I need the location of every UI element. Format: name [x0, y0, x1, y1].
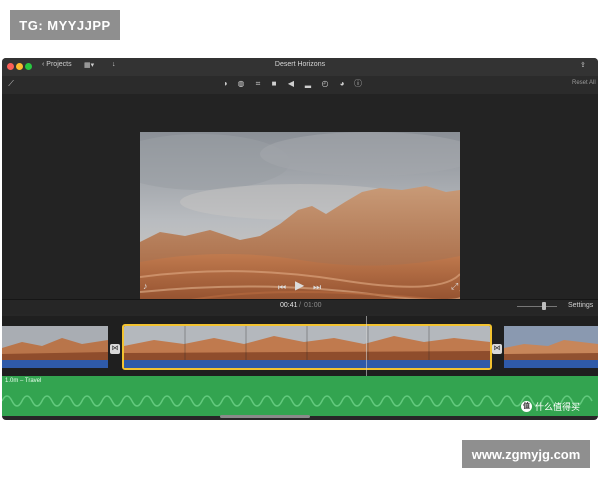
noise-reduction-icon[interactable]: ▂ [303, 79, 313, 89]
timeline-clip-selected[interactable] [122, 324, 492, 370]
crop-icon[interactable]: ⌗ [253, 79, 263, 89]
volume-icon[interactable]: ◀ [286, 79, 296, 89]
current-time: 00:41 [280, 302, 298, 309]
reset-all-button[interactable]: Reset All [572, 80, 596, 86]
play-icon[interactable]: ▶ [295, 279, 304, 291]
stabilization-icon[interactable]: ■ [269, 79, 279, 89]
viewer [2, 94, 598, 310]
zoom-slider-knob[interactable] [542, 302, 546, 310]
time-separator: / [299, 302, 301, 309]
clip-audio-bar [124, 360, 490, 368]
settings-button[interactable]: Settings [568, 302, 593, 309]
skip-back-icon[interactable]: ⏮ [278, 281, 286, 293]
color-correction-icon[interactable]: ◍ [236, 79, 246, 89]
clip-audio-bar [504, 360, 598, 368]
fullscreen-icon[interactable]: ⤢ [451, 280, 458, 292]
transition-icon[interactable]: ⋈ [492, 344, 502, 354]
project-title: Desert Horizons [274, 61, 326, 68]
site-badge-icon: 值 [521, 401, 532, 412]
timeline-clip[interactable] [2, 326, 108, 368]
color-balance-icon[interactable]: ◑ [220, 79, 230, 89]
watermark-url: www.zgmyjg.com [462, 440, 590, 468]
timeline-scrollbar[interactable] [220, 415, 310, 418]
skip-forward-icon[interactable]: ⏭ [313, 281, 321, 293]
timeline-header: 00:41 / 01:00 Settings [2, 299, 598, 314]
clip-filter-icon[interactable]: ◕ [337, 79, 347, 89]
music-label: 1.0m – Travel [5, 378, 42, 384]
clip-thumbnails [2, 326, 108, 360]
zoom-slider[interactable] [517, 306, 557, 307]
clip-thumbnails [504, 326, 598, 360]
audio-waveform [2, 395, 593, 407]
music-track[interactable]: 1.0m – Travel [2, 376, 598, 416]
adjustment-toolbar: ⟋ ◑ ◍ ⌗ ■ ◀ ▂ ◴ ◕ ⓘ Reset All [2, 76, 598, 94]
share-icon[interactable]: ⇪ [580, 61, 586, 69]
playback-controls: ♪ ⏮ ▶ ⏭ ⤢ [2, 278, 598, 298]
site-watermark: 值 什么值得买 [521, 401, 581, 412]
speed-icon[interactable]: ◴ [320, 79, 330, 89]
magic-wand-icon[interactable]: ⟋ [6, 79, 16, 89]
total-time: 01:00 [304, 302, 322, 309]
timeline-clip[interactable] [504, 326, 598, 368]
clip-audio-bar [2, 360, 108, 368]
transition-icon[interactable]: ⋈ [110, 344, 120, 354]
watermark-tag: TG: MYYJJPP [10, 10, 120, 40]
info-icon[interactable]: ⓘ [353, 79, 363, 89]
video-track: ⋈ ⋈ [2, 316, 598, 416]
imovie-window: ‹ Projects ▦▾ ↓ Desert Horizons ⇪ ⟋ ◑ ◍ … [2, 58, 598, 420]
clip-thumbnails [124, 326, 490, 360]
title-bar: ‹ Projects ▦▾ ↓ Desert Horizons ⇪ [2, 58, 598, 77]
microphone-icon[interactable]: ♪ [143, 280, 148, 292]
